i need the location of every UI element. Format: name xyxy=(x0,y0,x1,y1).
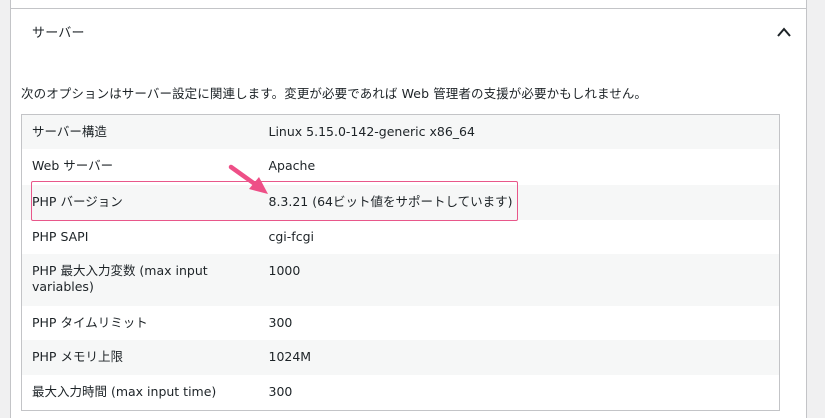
row-value: cgi-fcgi xyxy=(268,228,314,244)
server-info-table: サーバー構造 Linux 5.15.0-142-generic x86_64 W… xyxy=(21,114,780,411)
row-label: PHP メモリ上限 xyxy=(32,348,123,364)
chevron-up-icon[interactable] xyxy=(776,26,792,38)
server-section-toggle[interactable]: サーバー xyxy=(11,9,806,55)
table-row: PHP SAPI cgi-fcgi xyxy=(22,220,780,254)
table-row: PHP 最大入力変数 (max input variables) 1000 xyxy=(21,253,780,306)
row-value: 300 xyxy=(268,383,293,399)
row-value: 1000 xyxy=(268,262,301,278)
row-label: 最大入力時間 (max input time) xyxy=(32,383,217,399)
table-row: Web サーバー Apache xyxy=(22,149,780,185)
row-value: 300 xyxy=(268,314,293,330)
row-label: PHP SAPI xyxy=(32,228,89,244)
row-label: PHP バージョン xyxy=(32,193,123,209)
section-title: サーバー xyxy=(32,26,85,41)
table-row: 最大入力時間 (max input time) 300 xyxy=(22,375,780,411)
table-row: PHP バージョン 8.3.21 (64ビット値をサポートしています) xyxy=(21,184,780,220)
table-row: サーバー構造 Linux 5.15.0-142-generic x86_64 xyxy=(21,114,780,149)
table-row: PHP メモリ上限 1024M xyxy=(21,339,780,375)
row-value: Linux 5.15.0-142-generic x86_64 xyxy=(268,124,475,139)
row-value: Apache xyxy=(268,157,316,173)
row-label: サーバー構造 xyxy=(32,124,107,139)
section-description: 次のオプションはサーバー設定に関連します。変更が必要であれば Web 管理者の支… xyxy=(21,86,648,101)
row-value: 1024M xyxy=(268,348,312,364)
row-label: PHP 最大入力変数 (max input variables) xyxy=(32,262,208,294)
row-label: PHP タイムリミット xyxy=(32,314,148,330)
table-row: PHP タイムリミット 300 xyxy=(22,306,780,340)
row-value: 8.3.21 (64ビット値をサポートしています) xyxy=(268,193,513,209)
row-label: Web サーバー xyxy=(32,157,114,173)
